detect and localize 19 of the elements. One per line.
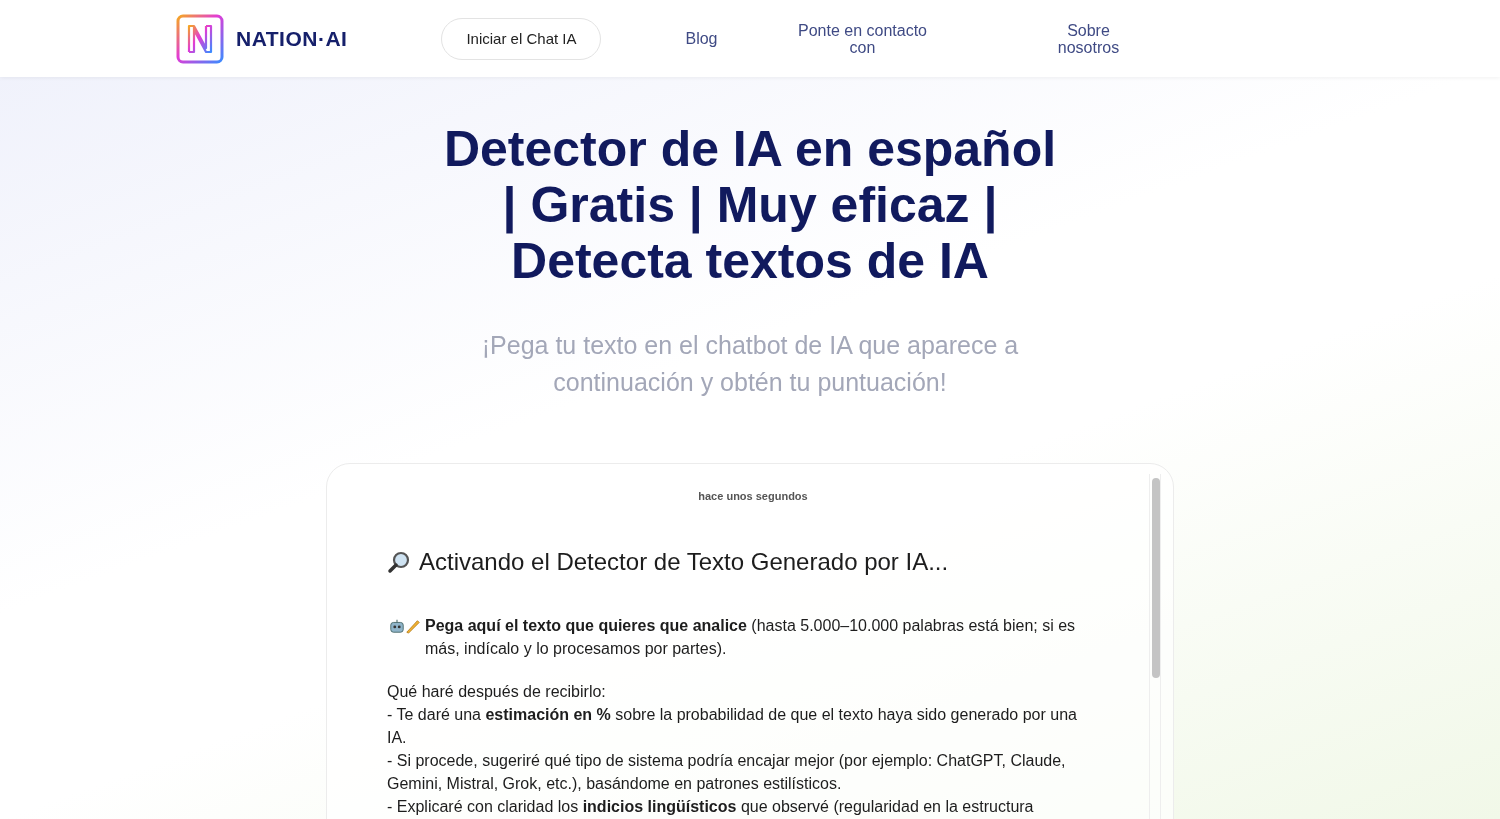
magnifier-icon xyxy=(387,550,411,574)
robot-and-pen-icon xyxy=(387,618,423,634)
brand-name[interactable]: NATION·AI xyxy=(236,26,348,51)
logo-icon[interactable] xyxy=(176,13,224,64)
page-title: Detector de IA en español | Gratis | Muy eficaz | Detecta textos de IA xyxy=(442,121,1058,289)
nav-link[interactable]: Ponte en contacto con xyxy=(787,21,938,56)
nav-link[interactable]: Sobre nosotros xyxy=(1043,21,1134,56)
message-line: - Si procede, sugeriré qué tipo de sistema podría encajar mejor (por ejemplo: ChatGPT, Claude, Gemini, Mistral, Grok, etc.), basándome en patrones estilísticos. xyxy=(387,751,1067,794)
message-line: - Te daré una estimación en % sobre la probabilidad de que el texto haya sido generado por una IA. xyxy=(387,705,1078,748)
message-timestamp: hace unos segundos xyxy=(697,490,809,502)
scrollbar[interactable] xyxy=(1149,474,1161,819)
message-line: - Explicaré con claridad los indicios lingüísticos que observé (regularidad en la estructura xyxy=(387,797,1035,817)
start-chat-button[interactable]: Iniciar el Chat IA xyxy=(441,17,602,60)
scrollbar-thumb[interactable] xyxy=(1152,478,1160,678)
nav-link[interactable]: Blog xyxy=(661,30,742,47)
page-subtitle: ¡Pega tu texto en el chatbot de IA que aparece a continuación y obtén tu puntuación! xyxy=(480,330,1020,398)
message-heading: Activando el Detector de Texto Generado por IA... xyxy=(419,548,949,576)
message-line: Qué haré después de recibirlo: xyxy=(387,682,607,702)
message-paragraph: Pega aquí el texto que quieres que analice (hasta 5.000–10.000 palabras está bien; si es más, indícalo y lo procesamos por partes). xyxy=(425,616,1077,659)
